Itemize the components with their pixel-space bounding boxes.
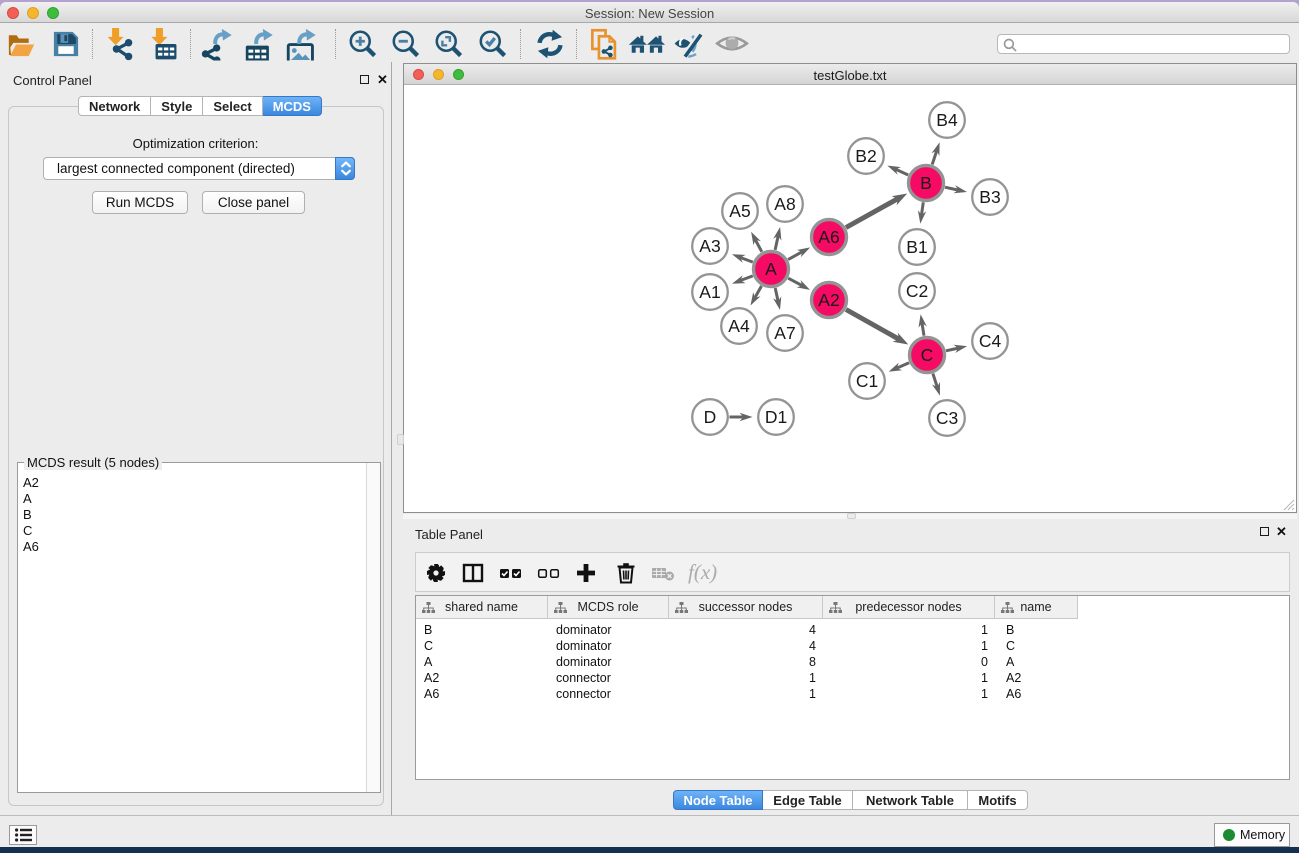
svg-text:A3: A3: [699, 236, 720, 256]
svg-text:B: B: [920, 173, 932, 193]
svg-text:A2: A2: [818, 290, 839, 310]
svg-text:A4: A4: [728, 316, 750, 336]
svg-text:C4: C4: [979, 331, 1002, 351]
svg-text:C: C: [921, 345, 934, 365]
svg-text:A5: A5: [729, 201, 750, 221]
svg-text:D1: D1: [765, 407, 787, 427]
svg-text:D: D: [704, 407, 717, 427]
svg-text:A: A: [765, 259, 777, 279]
svg-text:A1: A1: [699, 282, 720, 302]
svg-text:B1: B1: [906, 237, 927, 257]
svg-text:C3: C3: [936, 408, 958, 428]
svg-text:C1: C1: [856, 371, 878, 391]
svg-text:B2: B2: [855, 146, 876, 166]
svg-text:C2: C2: [906, 281, 928, 301]
svg-text:B4: B4: [936, 110, 958, 130]
svg-text:A7: A7: [774, 323, 795, 343]
svg-text:A6: A6: [818, 227, 839, 247]
svg-text:B3: B3: [979, 187, 1000, 207]
svg-text:A8: A8: [774, 194, 795, 214]
